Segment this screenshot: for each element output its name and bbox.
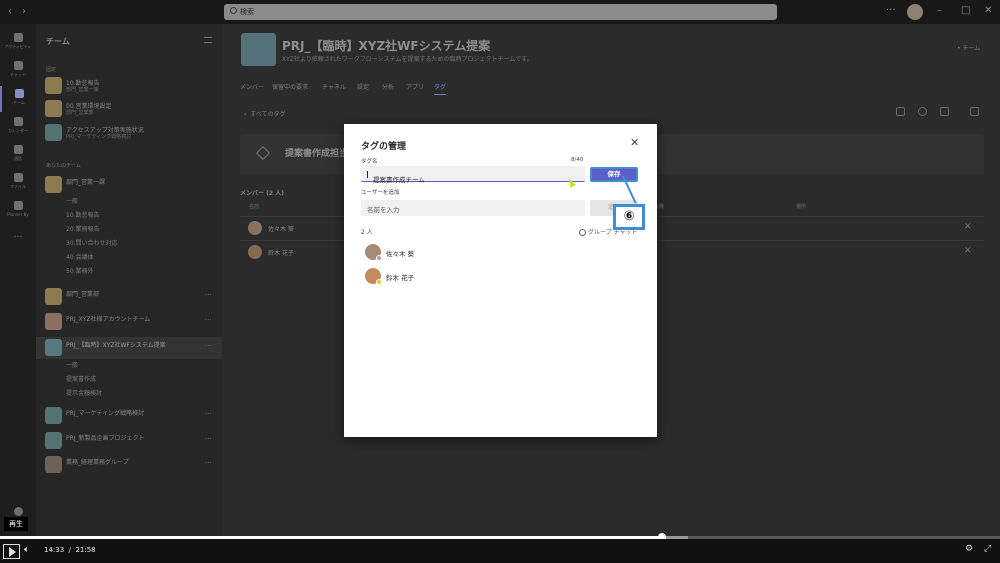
chevron-right-icon[interactable]: ›	[22, 6, 26, 17]
members-header: メンバー (2 人)	[240, 190, 284, 197]
play-icon[interactable]	[3, 544, 20, 559]
rail-teams[interactable]: チーム	[0, 86, 36, 112]
time-display: 14:33 / 21:58	[44, 546, 96, 554]
channel-item[interactable]: 20.業務報告	[66, 224, 100, 233]
team-logo	[241, 33, 276, 66]
bell-icon	[13, 33, 23, 42]
channel-item[interactable]: 10.勤怠報告	[66, 210, 100, 219]
volume-icon[interactable]: 🔈︎	[24, 545, 29, 555]
selected-team-row	[36, 337, 222, 359]
rail-calls[interactable]: 通話	[0, 142, 36, 168]
gear-icon[interactable]: ⚙	[965, 544, 973, 554]
channel-avatar-icon	[45, 77, 62, 94]
add-user-label: ユーザーを追加	[361, 190, 400, 196]
copy-icon[interactable]	[940, 107, 949, 116]
save-button[interactable]: 保存	[590, 167, 638, 182]
remove-member-icon[interactable]: ✕	[964, 246, 972, 256]
manage-tag-dialog: タグの管理 ✕ タグ名 8/40 提案書作成チーム 保存 ユーザーを追加 名前を…	[344, 124, 657, 437]
dialog-title: タグの管理	[361, 142, 407, 152]
section-pinned: 固定	[46, 67, 57, 73]
maximize-icon[interactable]: □	[961, 5, 970, 16]
teams-panel-title: チーム	[46, 37, 70, 46]
section-your-teams: あなたのチーム	[46, 163, 81, 169]
close-icon[interactable]: ✕	[630, 136, 639, 149]
fullscreen-icon[interactable]: ⤢	[984, 544, 991, 554]
channel-avatar-icon	[45, 124, 62, 141]
play-tooltip: 再生	[4, 517, 28, 531]
col-name: 名前	[249, 204, 260, 210]
chat-icon	[13, 61, 23, 70]
text-cursor	[367, 170, 368, 178]
avatar	[248, 221, 262, 235]
edit-icon[interactable]	[896, 107, 905, 116]
more-options-icon[interactable]: ···	[205, 316, 212, 324]
tag-name-input[interactable]: 提案書作成チーム	[361, 166, 585, 184]
title-more-icon[interactable]: ···	[468, 40, 475, 48]
tag-name: 提案書作成担当	[285, 149, 349, 159]
phone-icon	[13, 145, 23, 154]
team-description: XYZ社より依頼されたワークフローシステムを提案するための臨時プロジェクトチーム…	[282, 56, 533, 63]
app-rail: アクティビティ チャット チーム カレンダー 通話 ファイル Planner B…	[0, 24, 36, 539]
player-bar: 🔈︎ 14:33 / 21:58 ⚙ ⤢	[0, 539, 1000, 563]
calendar-icon	[13, 117, 23, 126]
tag-name-value: 提案書作成チーム	[373, 176, 425, 184]
presence-icon	[376, 279, 382, 285]
channel-item[interactable]: 一般	[66, 196, 78, 205]
tab-pending[interactable]: 保留中の要求	[272, 82, 308, 91]
char-count: 8/40	[571, 157, 584, 163]
window-close-icon[interactable]: ✕	[984, 5, 992, 16]
add-user-input[interactable]: 名前を入力	[361, 200, 585, 216]
avatar	[248, 245, 262, 259]
presence-icon	[376, 255, 382, 261]
page-title: PRJ_【臨時】XYZ社WFシステム提案	[282, 39, 491, 53]
rail-activity[interactable]: アクティビティ	[0, 30, 36, 56]
rail-planner[interactable]: Planner By	[0, 198, 36, 224]
planner-icon	[13, 201, 23, 210]
avatar[interactable]	[907, 4, 923, 20]
tab-apps[interactable]: アプリ	[406, 82, 424, 91]
title-bar: ‹ › 検索 ··· – □ ✕	[0, 0, 1000, 24]
tab-members[interactable]: メンバー	[240, 82, 264, 91]
add-user-placeholder: 名前を入力	[367, 206, 400, 214]
tab-settings[interactable]: 設定	[357, 82, 369, 91]
team-avatar-icon	[45, 176, 62, 193]
channel-item[interactable]: 40.会議体	[66, 252, 94, 261]
chat-icon	[579, 229, 586, 236]
teams-icon	[14, 89, 24, 98]
team-link[interactable]: • チーム	[957, 43, 980, 52]
channel-item[interactable]: 30.問い合わせ対応	[66, 238, 118, 247]
delete-icon[interactable]	[970, 107, 979, 116]
col-location: 場所	[796, 204, 807, 210]
tab-tags[interactable]: タグ	[434, 82, 447, 95]
member-count: 2 人	[361, 229, 373, 236]
teams-panel: チーム 固定 10.勤怠報告 部門_営業一課 00.営業環境設定 部門_営業部 …	[36, 24, 222, 539]
search-placeholder: 検索	[240, 8, 254, 16]
chevron-left-icon[interactable]: ‹	[8, 6, 12, 17]
minimize-icon[interactable]: –	[937, 5, 942, 16]
all-tags-back-link[interactable]: ‹ すべてのタグ	[244, 109, 286, 118]
step-callout: ⑥	[613, 204, 645, 230]
search-icon	[230, 7, 237, 14]
search-input[interactable]: 検索	[224, 4, 777, 20]
rail-calendar[interactable]: カレンダー	[0, 114, 36, 140]
remove-member-icon[interactable]: ✕	[964, 222, 972, 232]
more-icon[interactable]: ···	[886, 5, 896, 16]
rail-chat[interactable]: チャット	[0, 58, 36, 84]
team-avatar-icon	[45, 288, 62, 305]
tab-analytics[interactable]: 分析	[382, 82, 394, 91]
filter-icon[interactable]	[204, 37, 212, 43]
rail-files[interactable]: ファイル	[0, 170, 36, 196]
tag-name-label: タグ名	[361, 159, 378, 165]
team-avatar-icon	[45, 313, 62, 330]
chat-icon[interactable]	[918, 107, 927, 116]
tag-icon	[255, 145, 271, 161]
channel-avatar-icon	[45, 100, 62, 117]
rail-more[interactable]: …	[0, 230, 36, 256]
file-icon	[13, 173, 23, 182]
channel-item[interactable]: 50.業務外	[66, 266, 94, 275]
more-options-icon[interactable]: ···	[205, 291, 212, 299]
help-icon	[13, 507, 23, 516]
tab-channels[interactable]: チャネル	[322, 82, 346, 91]
